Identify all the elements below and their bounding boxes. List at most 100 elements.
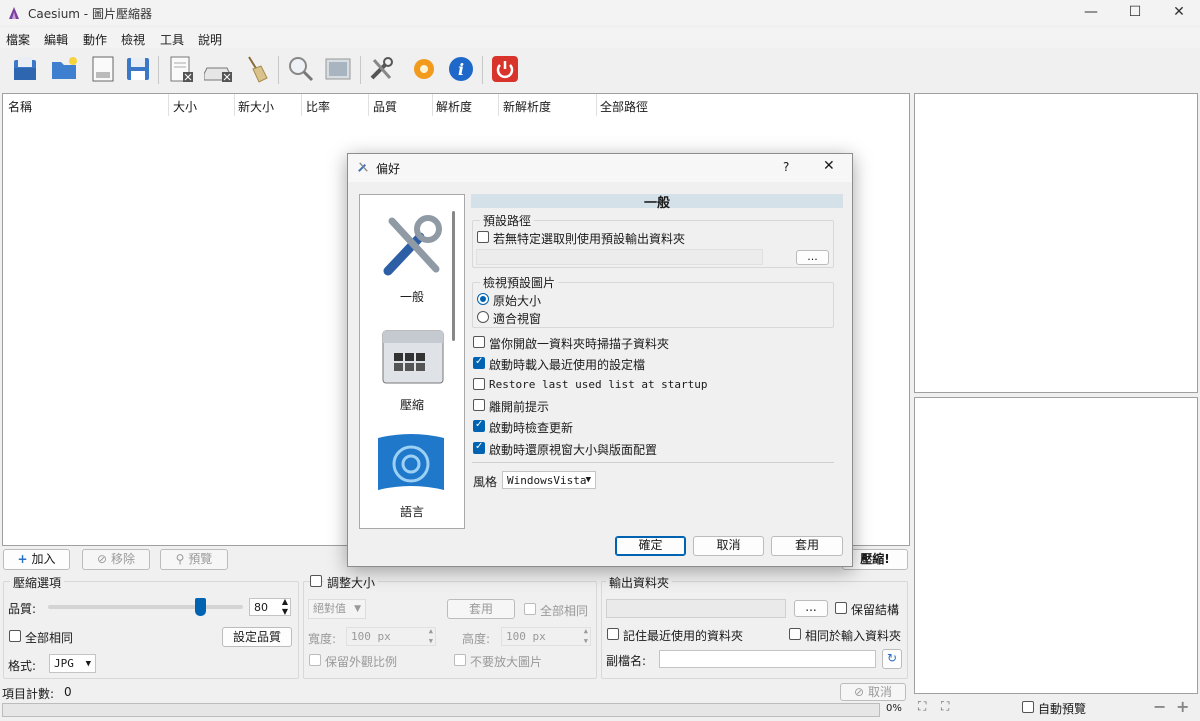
output-browse-button[interactable]: ... xyxy=(794,600,828,617)
column-size[interactable]: 大小 xyxy=(173,98,197,115)
nav-item-compression[interactable]: 壓縮 xyxy=(360,323,464,423)
refresh-icon[interactable]: ↻ xyxy=(882,649,902,669)
use-default-output-checkbox[interactable] xyxy=(477,231,489,243)
column-resolution[interactable]: 解析度 xyxy=(436,98,472,115)
section-header: 一般 xyxy=(471,194,843,211)
fit-icon[interactable]: ⛶ xyxy=(918,699,926,714)
dialog-title-bar: 偏好 ? ✕ xyxy=(348,154,852,182)
prompt-before-exit-checkbox[interactable] xyxy=(473,399,485,411)
no-entry-icon: ⊘ xyxy=(854,685,865,699)
menu-edit[interactable]: 編輯 xyxy=(44,31,68,48)
preview-button[interactable]: ⚲ 預覽 xyxy=(160,549,228,570)
nav-item-general[interactable]: 一般 xyxy=(360,195,464,310)
fit-window-radio[interactable] xyxy=(477,311,489,323)
no-enlarge-checkbox[interactable] xyxy=(454,654,466,666)
check-updates-label: 啟動時檢查更新 xyxy=(489,421,574,435)
zoom-in-icon[interactable]: + xyxy=(1176,697,1189,716)
remove-button[interactable]: ⊘ 移除 xyxy=(82,549,150,570)
open-file-icon[interactable] xyxy=(10,54,40,84)
remember-last-checkbox[interactable] xyxy=(607,628,619,640)
menu-view[interactable]: 檢視 xyxy=(121,31,145,48)
save-as-icon[interactable] xyxy=(123,54,153,84)
restore-list-checkbox[interactable] xyxy=(473,378,485,390)
quality-slider[interactable] xyxy=(48,598,243,616)
load-last-settings-checkbox[interactable] xyxy=(473,356,485,369)
resize-checkbox[interactable] xyxy=(310,575,322,587)
same-as-input-checkbox[interactable] xyxy=(789,628,801,640)
dialog-cancel-button[interactable]: 取消 xyxy=(693,536,764,556)
output-folder-field[interactable] xyxy=(606,599,786,618)
fullscreen-icon[interactable]: ⛶ xyxy=(941,699,949,714)
save-list-icon[interactable] xyxy=(88,54,118,84)
column-quality[interactable]: 品質 xyxy=(373,98,397,115)
dialog-help-button[interactable]: ? xyxy=(783,160,789,174)
resize-title: 調整大小 xyxy=(324,574,379,591)
menu-tools[interactable]: 工具 xyxy=(160,31,184,48)
original-size-radio[interactable] xyxy=(477,293,489,305)
minimize-button[interactable]: — xyxy=(1068,0,1114,25)
close-window-button[interactable]: ✕ xyxy=(1156,0,1200,25)
format-select[interactable]: JPG ▼ xyxy=(49,654,96,673)
keep-structure-checkbox[interactable] xyxy=(835,602,847,614)
column-ratio[interactable]: 比率 xyxy=(306,98,330,115)
tools-icon xyxy=(383,215,442,276)
resize-same-for-all-label: 全部相同 xyxy=(540,604,589,618)
column-full-path[interactable]: 全部路徑 xyxy=(600,98,648,115)
menu-action[interactable]: 動作 xyxy=(83,31,107,48)
compare-image-icon[interactable] xyxy=(323,54,353,84)
dialog-close-button[interactable]: ✕ xyxy=(823,158,835,174)
menu-help[interactable]: 說明 xyxy=(198,31,222,48)
section-title: 一般 xyxy=(643,196,670,211)
settings-gear-icon[interactable] xyxy=(409,54,439,84)
broom-icon[interactable] xyxy=(241,54,271,84)
set-quality-button[interactable]: 設定品質 xyxy=(222,627,292,647)
cancel-compress-button[interactable]: ⊘ 取消 xyxy=(840,683,906,701)
column-name[interactable]: 名稱 xyxy=(8,98,32,115)
window-title: Caesium - 圖片壓縮器 xyxy=(28,7,152,21)
nav-scrollbar[interactable] xyxy=(452,211,455,341)
zoom-out-icon[interactable]: − xyxy=(1153,697,1166,716)
column-new-size[interactable]: 新大小 xyxy=(238,98,274,115)
remember-last-label: 記住最近使用的資料夾 xyxy=(623,629,744,643)
resize-apply-button[interactable]: 套用 xyxy=(447,599,515,619)
ok-button[interactable]: 確定 xyxy=(615,536,686,556)
restore-window-label: 啟動時還原視窗大小與版面配置 xyxy=(489,443,658,457)
keep-ratio-checkbox[interactable] xyxy=(309,654,321,666)
tools-icon[interactable] xyxy=(366,54,396,84)
spin-arrows-icon[interactable]: ▲ ▼ xyxy=(584,626,588,646)
width-spinbox[interactable]: 100 px ▲ ▼ xyxy=(346,627,436,646)
auto-preview-checkbox[interactable] xyxy=(1022,701,1034,713)
menu-file[interactable]: 檔案 xyxy=(6,31,30,48)
caesium-logo-icon xyxy=(9,7,19,19)
nav-item-language[interactable]: 語言 xyxy=(360,427,464,527)
scan-subfolders-checkbox[interactable] xyxy=(473,336,485,348)
quality-slider-handle[interactable] xyxy=(195,598,206,616)
default-path-title: 預設路徑 xyxy=(480,212,535,229)
suffix-field[interactable] xyxy=(659,650,876,668)
clear-list-icon[interactable] xyxy=(204,54,234,84)
progress-label: 0% xyxy=(886,703,902,714)
default-output-field[interactable] xyxy=(476,249,763,265)
check-updates-checkbox[interactable] xyxy=(473,419,485,432)
remove-item-icon[interactable] xyxy=(167,54,197,84)
quality-spinbox[interactable]: 80 ▲ ▼ xyxy=(249,597,291,617)
info-icon[interactable]: i xyxy=(446,54,476,84)
power-exit-icon[interactable] xyxy=(490,54,520,84)
add-button[interactable]: + 加入 xyxy=(3,549,70,570)
resize-mode-select[interactable]: 絕對值 ▼ xyxy=(308,599,366,619)
magnifier-icon[interactable] xyxy=(286,54,316,84)
style-select[interactable]: WindowsVista ▼ xyxy=(502,471,596,489)
spin-arrows-icon[interactable]: ▲ ▼ xyxy=(282,597,288,617)
column-new-resolution[interactable]: 新解析度 xyxy=(503,98,551,115)
maximize-button[interactable]: ☐ xyxy=(1112,0,1158,25)
spin-arrows-icon[interactable]: ▲ ▼ xyxy=(429,626,433,646)
open-folder-icon[interactable] xyxy=(49,54,79,84)
same-for-all-checkbox[interactable] xyxy=(9,630,21,642)
restore-window-checkbox[interactable] xyxy=(473,441,485,454)
original-preview-panel xyxy=(914,93,1198,393)
resize-same-for-all-checkbox[interactable] xyxy=(524,603,536,615)
height-spinbox[interactable]: 100 px ▲ ▼ xyxy=(501,627,591,646)
style-label: 風格 xyxy=(473,475,498,489)
default-output-browse-button[interactable]: ... xyxy=(796,250,829,265)
dialog-apply-button[interactable]: 套用 xyxy=(771,536,843,556)
